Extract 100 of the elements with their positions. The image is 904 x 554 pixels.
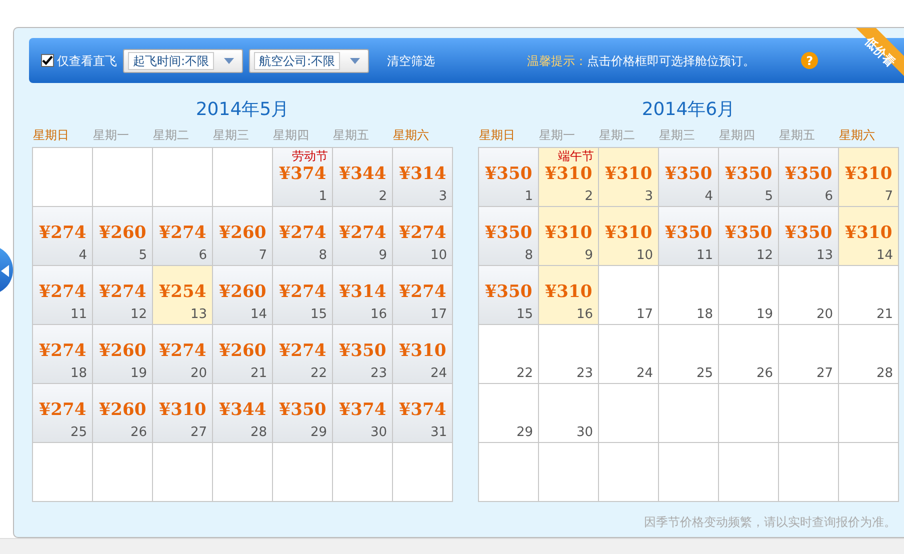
day-number: 23 <box>370 366 387 382</box>
fare-price: ¥350 <box>484 164 532 184</box>
fare-price: ¥344 <box>338 164 386 184</box>
price-cell[interactable]: ¥274 11 <box>33 266 93 325</box>
fare-price: ¥274 <box>38 341 86 361</box>
price-cell[interactable]: ¥310 10 <box>599 207 659 266</box>
price-cell[interactable]: ¥274 22 <box>273 325 333 384</box>
price-cell[interactable]: ¥260 14 <box>213 266 273 325</box>
caret-icon[interactable] <box>350 58 360 64</box>
day-number: 29 <box>310 425 327 441</box>
price-cell[interactable]: ¥274 10 <box>393 207 453 266</box>
price-cell[interactable]: ¥274 25 <box>33 384 93 443</box>
price-cell[interactable]: ¥310 24 <box>393 325 453 384</box>
filter-dropdown[interactable]: 航空公司:不限 <box>249 48 370 72</box>
day-number: 16 <box>370 307 387 323</box>
day-number: 18 <box>696 307 713 323</box>
price-cell[interactable]: ¥350 12 <box>719 207 779 266</box>
day-number: 10 <box>636 248 653 264</box>
fare-price: ¥350 <box>278 400 326 420</box>
price-cell[interactable]: ¥310 9 <box>539 207 599 266</box>
fare-price: ¥350 <box>664 223 712 243</box>
fare-price: ¥350 <box>484 282 532 302</box>
price-cell[interactable]: ¥274 9 <box>333 207 393 266</box>
filter-dropdown[interactable]: 起飞时间:不限 <box>123 48 244 72</box>
day-number: 7 <box>258 248 267 264</box>
price-cell[interactable]: ¥310 3 <box>599 148 659 207</box>
price-cell[interactable]: ¥260 5 <box>93 207 153 266</box>
price-cell[interactable]: ¥274 12 <box>93 266 153 325</box>
price-cell[interactable]: ¥254 13 <box>153 266 213 325</box>
caret-icon[interactable] <box>224 58 234 64</box>
price-cell[interactable]: ¥350 11 <box>659 207 719 266</box>
weekday-label: 星期四 <box>272 127 310 144</box>
fare-price: ¥310 <box>544 223 592 243</box>
day-number: 28 <box>876 366 893 382</box>
price-cell[interactable]: 端午节 ¥310 2 <box>539 148 599 207</box>
fare-price: ¥350 <box>484 223 532 243</box>
fare-price: ¥310 <box>544 282 592 302</box>
day-number: 19 <box>756 307 773 323</box>
weekday-label: 星期四 <box>718 127 756 144</box>
fare-price: ¥274 <box>338 223 386 243</box>
price-cell[interactable]: ¥260 26 <box>93 384 153 443</box>
day-number: 9 <box>378 248 387 264</box>
price-cell[interactable]: ¥350 29 <box>273 384 333 443</box>
fare-price: ¥344 <box>218 400 266 420</box>
price-cell[interactable]: ¥374 31 <box>393 384 453 443</box>
fare-price: ¥350 <box>664 164 712 184</box>
price-cell[interactable]: ¥344 28 <box>213 384 273 443</box>
price-cell[interactable]: ¥310 16 <box>539 266 599 325</box>
price-cell[interactable]: ¥350 8 <box>479 207 539 266</box>
day-number: 20 <box>190 366 207 382</box>
price-cell[interactable]: ¥350 1 <box>479 148 539 207</box>
day-number: 21 <box>876 307 893 323</box>
price-cell[interactable]: ¥314 3 <box>393 148 453 207</box>
fare-price: ¥260 <box>98 223 146 243</box>
price-cell[interactable]: ¥274 8 <box>273 207 333 266</box>
weekday-label: 星期二 <box>598 127 636 144</box>
price-note: 因季节价格变动频繁，请以实时查询报价为准。 <box>644 514 896 531</box>
fare-price: ¥350 <box>724 223 772 243</box>
day-number: 5 <box>764 189 773 205</box>
price-cell[interactable]: ¥350 6 <box>779 148 839 207</box>
price-cell[interactable]: ¥310 14 <box>839 207 899 266</box>
price-cell[interactable]: ¥374 30 <box>333 384 393 443</box>
price-cell[interactable]: ¥314 16 <box>333 266 393 325</box>
clear-filter-link[interactable]: 清空筛选 <box>387 52 436 70</box>
price-cell[interactable]: ¥350 23 <box>333 325 393 384</box>
day-number: 27 <box>190 425 207 441</box>
price-cell[interactable]: ¥260 7 <box>213 207 273 266</box>
price-cell[interactable]: ¥350 4 <box>659 148 719 207</box>
price-cell[interactable]: 劳动节 ¥374 1 <box>273 148 333 207</box>
fare-price: ¥374 <box>338 400 386 420</box>
price-cell[interactable]: ¥274 15 <box>273 266 333 325</box>
fare-price: ¥310 <box>398 341 446 361</box>
fare-price: ¥274 <box>38 223 86 243</box>
price-cell[interactable]: ¥274 17 <box>393 266 453 325</box>
price-cell[interactable]: ¥274 18 <box>33 325 93 384</box>
day-number: 20 <box>816 307 833 323</box>
day-number: 4 <box>704 189 713 205</box>
day-number: 8 <box>524 248 533 264</box>
price-cell[interactable]: ¥274 4 <box>33 207 93 266</box>
holiday-label: 劳动节 <box>292 149 328 163</box>
day-number: 27 <box>816 366 833 382</box>
price-cell[interactable]: ¥310 7 <box>839 148 899 207</box>
day-number: 6 <box>198 248 207 264</box>
price-cell[interactable]: ¥274 6 <box>153 207 213 266</box>
fare-price: ¥314 <box>338 282 386 302</box>
fare-price: ¥274 <box>98 282 146 302</box>
direct-flight-checkbox[interactable] <box>41 54 54 67</box>
price-cell[interactable]: ¥350 15 <box>479 266 539 325</box>
price-cell[interactable]: ¥260 21 <box>213 325 273 384</box>
price-cell[interactable]: ¥344 2 <box>333 148 393 207</box>
price-cell[interactable]: ¥350 13 <box>779 207 839 266</box>
price-cell[interactable]: ¥350 5 <box>719 148 779 207</box>
price-cell[interactable]: ¥260 19 <box>93 325 153 384</box>
fare-price: ¥314 <box>398 164 446 184</box>
day-number: 9 <box>584 248 593 264</box>
arrow-left-icon[interactable] <box>1 264 9 277</box>
price-cell[interactable]: ¥310 27 <box>153 384 213 443</box>
month-title: 2014年6月 <box>640 98 736 122</box>
day-number: 26 <box>756 366 773 382</box>
price-cell[interactable]: ¥274 20 <box>153 325 213 384</box>
